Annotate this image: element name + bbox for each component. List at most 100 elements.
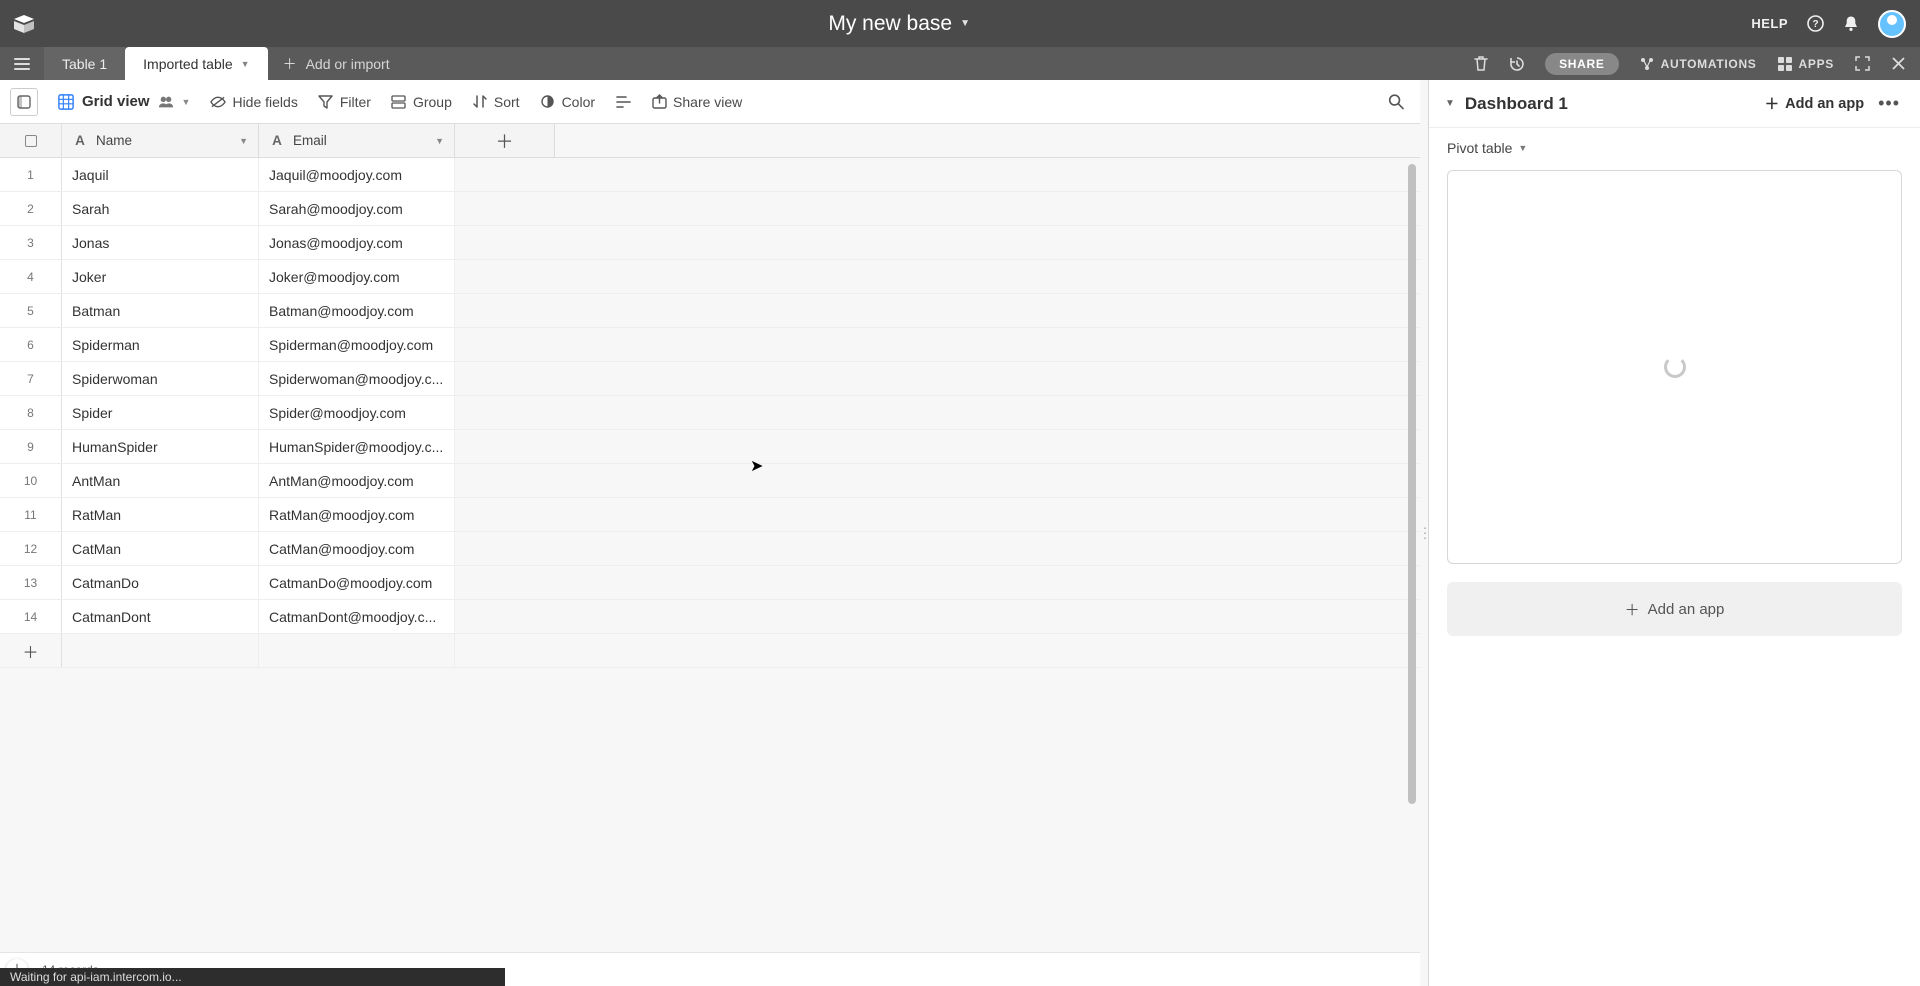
- row-number[interactable]: 2: [0, 192, 62, 225]
- base-title[interactable]: My new base: [828, 12, 952, 36]
- pivot-caret-icon[interactable]: ▼: [1518, 143, 1527, 153]
- table-row[interactable]: 3JonasJonas@moodjoy.com: [0, 226, 1420, 260]
- expand-icon[interactable]: [1854, 56, 1870, 72]
- share-view-button[interactable]: Share view: [651, 94, 742, 110]
- base-title-caret-icon[interactable]: ▼: [960, 18, 970, 29]
- view-sidebar-toggle[interactable]: [10, 88, 38, 116]
- vertical-scrollbar[interactable]: [1406, 124, 1418, 912]
- add-or-import-button[interactable]: ＋ Add or import: [268, 47, 404, 80]
- cell-name[interactable]: CatmanDo: [62, 566, 259, 599]
- grid-view-selector[interactable]: Grid view ▼: [58, 93, 190, 110]
- add-app-header-button[interactable]: ＋ Add an app: [1765, 93, 1864, 114]
- column-menu-caret-icon[interactable]: ▼: [239, 136, 248, 146]
- cell-name[interactable]: Spider: [62, 396, 259, 429]
- pivot-table-app-header[interactable]: Pivot table ▼: [1447, 140, 1902, 156]
- cell-name[interactable]: Spiderwoman: [62, 362, 259, 395]
- share-button[interactable]: SHARE: [1545, 53, 1619, 75]
- add-row-button[interactable]: ＋: [0, 634, 62, 667]
- row-number[interactable]: 9: [0, 430, 62, 463]
- table-row[interactable]: 7SpiderwomanSpiderwoman@moodjoy.c...: [0, 362, 1420, 396]
- app-logo[interactable]: [0, 13, 47, 35]
- hide-fields-button[interactable]: Hide fields: [210, 94, 297, 110]
- row-number[interactable]: 6: [0, 328, 62, 361]
- cell-email[interactable]: Spiderman@moodjoy.com: [259, 328, 455, 361]
- history-icon[interactable]: [1509, 56, 1525, 72]
- column-header-name[interactable]: A Name ▼: [62, 124, 259, 157]
- cell-email[interactable]: Jonas@moodjoy.com: [259, 226, 455, 259]
- table-row[interactable]: 10AntManAntMan@moodjoy.com: [0, 464, 1420, 498]
- cell-email[interactable]: Spiderwoman@moodjoy.c...: [259, 362, 455, 395]
- table-row[interactable]: 13CatmanDoCatmanDo@moodjoy.com: [0, 566, 1420, 600]
- tab-imported-table[interactable]: Imported table ▼: [125, 47, 267, 80]
- dashboard-title[interactable]: Dashboard 1: [1465, 94, 1568, 114]
- cell-email[interactable]: CatMan@moodjoy.com: [259, 532, 455, 565]
- group-button[interactable]: Group: [391, 94, 452, 110]
- row-number[interactable]: 8: [0, 396, 62, 429]
- cell-name[interactable]: CatMan: [62, 532, 259, 565]
- cell-email[interactable]: CatmanDo@moodjoy.com: [259, 566, 455, 599]
- cell-email[interactable]: Joker@moodjoy.com: [259, 260, 455, 293]
- row-number[interactable]: 12: [0, 532, 62, 565]
- add-column-button[interactable]: ＋: [455, 124, 555, 157]
- column-header-email[interactable]: A Email ▼: [259, 124, 455, 157]
- table-row[interactable]: 2SarahSarah@moodjoy.com: [0, 192, 1420, 226]
- tab-table-1[interactable]: Table 1: [44, 47, 125, 80]
- user-avatar[interactable]: [1878, 10, 1906, 38]
- filter-button[interactable]: Filter: [318, 94, 371, 110]
- cell-name[interactable]: Sarah: [62, 192, 259, 225]
- row-height-button[interactable]: [615, 94, 631, 110]
- cell-email[interactable]: Spider@moodjoy.com: [259, 396, 455, 429]
- cell-name[interactable]: Spiderman: [62, 328, 259, 361]
- table-row[interactable]: 6SpidermanSpiderman@moodjoy.com: [0, 328, 1420, 362]
- cell-name[interactable]: CatmanDont: [62, 600, 259, 633]
- close-panel-icon[interactable]: [1890, 56, 1906, 72]
- cell-email[interactable]: Sarah@moodjoy.com: [259, 192, 455, 225]
- column-menu-caret-icon[interactable]: ▼: [435, 136, 444, 146]
- cell-name[interactable]: RatMan: [62, 498, 259, 531]
- row-number[interactable]: 14: [0, 600, 62, 633]
- table-row[interactable]: 5BatmanBatman@moodjoy.com: [0, 294, 1420, 328]
- row-number[interactable]: 13: [0, 566, 62, 599]
- cell-name[interactable]: HumanSpider: [62, 430, 259, 463]
- table-row[interactable]: 8SpiderSpider@moodjoy.com: [0, 396, 1420, 430]
- row-number[interactable]: 10: [0, 464, 62, 497]
- table-row[interactable]: 14CatmanDontCatmanDont@moodjoy.c...: [0, 600, 1420, 634]
- table-row[interactable]: 4JokerJoker@moodjoy.com: [0, 260, 1420, 294]
- help-icon[interactable]: ?: [1806, 15, 1824, 33]
- dashboard-more-icon[interactable]: •••: [1874, 93, 1904, 114]
- select-all-cell[interactable]: [0, 124, 62, 157]
- row-number[interactable]: 1: [0, 158, 62, 191]
- notifications-icon[interactable]: [1842, 15, 1860, 33]
- row-number[interactable]: 5: [0, 294, 62, 327]
- pane-resize-handle[interactable]: [1420, 80, 1428, 986]
- cell-email[interactable]: Batman@moodjoy.com: [259, 294, 455, 327]
- cell-email[interactable]: CatmanDont@moodjoy.c...: [259, 600, 455, 633]
- view-caret-icon[interactable]: ▼: [182, 97, 191, 107]
- automations-button[interactable]: AUTOMATIONS: [1639, 56, 1757, 72]
- add-app-block-button[interactable]: ＋ Add an app: [1447, 582, 1902, 636]
- help-link[interactable]: HELP: [1751, 16, 1788, 31]
- cell-name[interactable]: Jaquil: [62, 158, 259, 191]
- tab-caret-icon[interactable]: ▼: [241, 59, 250, 69]
- cell-email[interactable]: HumanSpider@moodjoy.c...: [259, 430, 455, 463]
- row-number[interactable]: 7: [0, 362, 62, 395]
- cell-email[interactable]: AntMan@moodjoy.com: [259, 464, 455, 497]
- cell-email[interactable]: RatMan@moodjoy.com: [259, 498, 455, 531]
- select-all-checkbox[interactable]: [25, 135, 37, 147]
- sort-button[interactable]: Sort: [472, 94, 520, 110]
- table-row[interactable]: 12CatManCatMan@moodjoy.com: [0, 532, 1420, 566]
- search-icon[interactable]: [1388, 94, 1404, 110]
- apps-button[interactable]: APPS: [1777, 56, 1834, 72]
- color-button[interactable]: Color: [540, 94, 595, 110]
- table-row[interactable]: 11RatManRatMan@moodjoy.com: [0, 498, 1420, 532]
- cell-name[interactable]: Batman: [62, 294, 259, 327]
- row-number[interactable]: 3: [0, 226, 62, 259]
- cell-name[interactable]: AntMan: [62, 464, 259, 497]
- dashboard-caret-icon[interactable]: ▼: [1445, 98, 1455, 109]
- cell-email[interactable]: Jaquil@moodjoy.com: [259, 158, 455, 191]
- row-number[interactable]: 11: [0, 498, 62, 531]
- trash-icon[interactable]: [1473, 56, 1489, 72]
- cell-name[interactable]: Joker: [62, 260, 259, 293]
- cell-name[interactable]: Jonas: [62, 226, 259, 259]
- table-row[interactable]: 1JaquilJaquil@moodjoy.com: [0, 158, 1420, 192]
